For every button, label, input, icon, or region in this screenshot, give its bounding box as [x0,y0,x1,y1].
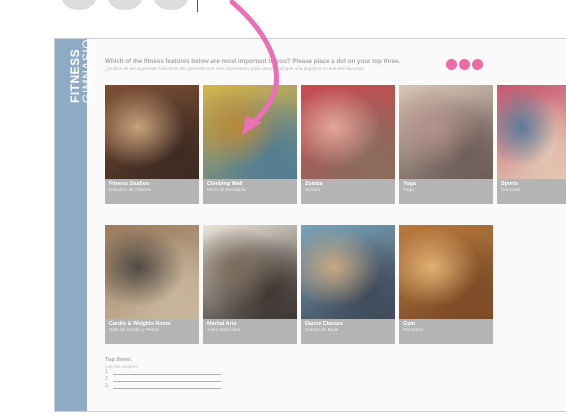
feature-card-fitness-studios[interactable]: Fitness Studios Estudios de Fitness [105,85,199,204]
feature-caption: Sports Deportes [497,179,566,204]
feature-caption: Yoga Yoga [399,179,493,204]
top-three-line[interactable]: 3. [105,383,245,390]
previous-dot [154,0,188,10]
previous-dot [108,0,142,10]
feature-photo [399,85,493,179]
write-in-line[interactable] [113,388,221,389]
question-english: Which of the fitness features below are … [105,58,401,65]
feature-subtitle: Clases de Baile [305,328,339,333]
feature-subtitle: Sala de Cardio y Pesas [109,328,160,333]
feature-card-martial-arts[interactable]: Martial Arts Artes Marciales [203,225,297,344]
survey-board: FITNESS GIMNASIO Which of the fitness fe… [54,38,566,412]
feature-subtitle: Gimnasio [403,328,424,333]
previous-dot [62,0,96,10]
feature-photo [399,225,493,319]
feature-card-zumba[interactable]: Zumba Zumba [301,85,395,204]
top-three-section: Top three: Las tres mejores: 1. 2. 3. [105,357,245,390]
feature-title: Fitness Studios [109,181,150,187]
feature-title: Cardio & Weights Room [109,321,171,327]
feature-subtitle: Zumba [305,188,320,193]
feature-card-dance-classes[interactable]: Dance Classes Clases de Baile [301,225,395,344]
survey-question: Which of the fitness features below are … [105,58,455,71]
feature-subtitle: Deportes [501,188,521,193]
top-three-number: 3. [105,383,110,389]
sticker-dot[interactable] [446,59,457,70]
feature-card-gym[interactable]: Gym Gimnasio [399,225,493,344]
feature-title: Dance Classes [305,321,344,327]
feature-photo [301,85,395,179]
top-three-line[interactable]: 1. [105,369,245,376]
write-in-line[interactable] [113,381,221,382]
feature-title: Sports [501,181,519,187]
feature-caption: Fitness Studios Estudios de Fitness [105,179,199,204]
feature-title: Martial Arts [207,321,237,327]
sticker-dot[interactable] [459,59,470,70]
feature-card-cardio-weights[interactable]: Cardio & Weights Room Sala de Cardio y P… [105,225,199,344]
feature-subtitle: Artes Marciales [207,328,241,333]
top-three-number: 1. [105,369,110,375]
feature-photo [497,85,566,179]
feature-caption: Dance Classes Clases de Baile [301,319,395,344]
feature-subtitle: Estudios de Fitness [109,188,151,193]
feature-subtitle: Muro de Escalada [207,188,246,193]
previous-board-dots [62,0,192,10]
feature-title: Zumba [305,181,323,187]
sticker-dots [446,59,486,71]
feature-caption: Cardio & Weights Room Sala de Cardio y P… [105,319,199,344]
sticker-dot[interactable] [472,59,483,70]
feature-card-sports[interactable]: Sports Deportes [497,85,566,204]
feature-photo [105,85,199,179]
brand-label: FITNESS GIMNASIO [68,23,97,103]
question-spanish: ¿Cuáles de las siguientes funciones del … [105,66,365,71]
top-three-line[interactable]: 2. [105,376,245,383]
feature-photo [301,225,395,319]
top-three-title: Top three: [105,357,132,363]
feature-title: Climbing Wall [207,181,243,187]
feature-caption: Gym Gimnasio [399,319,493,344]
feature-title: Gym [403,321,415,327]
feature-subtitle: Yoga [403,188,414,193]
feature-photo [203,225,297,319]
feature-card-climbing-wall[interactable]: Climbing Wall Muro de Escalada [203,85,297,204]
feature-caption: Martial Arts Artes Marciales [203,319,297,344]
feature-card-yoga[interactable]: Yoga Yoga [399,85,493,204]
feature-caption: Climbing Wall Muro de Escalada [203,179,297,204]
feature-title: Yoga [403,181,416,187]
top-three-number: 2. [105,376,110,382]
previous-board-divider [197,0,198,12]
feature-photo [105,225,199,319]
feature-caption: Zumba Zumba [301,179,395,204]
brand-sidebar: FITNESS GIMNASIO [55,39,94,411]
brand-line-2: GIMNASIO [80,38,94,103]
feature-photo [203,85,297,179]
write-in-line[interactable] [113,374,221,375]
